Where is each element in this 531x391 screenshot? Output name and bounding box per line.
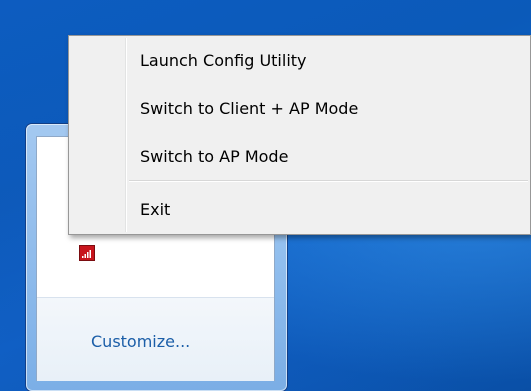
menu-item-switch-client-ap-mode[interactable]: Switch to Client + AP Mode [71, 92, 528, 126]
context-menu: Launch Config Utility Switch to Client +… [68, 35, 531, 235]
menu-item-exit[interactable]: Exit [71, 193, 528, 227]
menu-separator [129, 180, 528, 182]
tray-flyout-footer: Customize... [37, 297, 274, 381]
menu-item-launch-config-utility[interactable]: Launch Config Utility [71, 44, 528, 78]
wireless-signal-icon[interactable] [79, 245, 95, 261]
customize-link[interactable]: Customize... [91, 332, 190, 351]
menu-item-switch-ap-mode[interactable]: Switch to AP Mode [71, 140, 528, 174]
